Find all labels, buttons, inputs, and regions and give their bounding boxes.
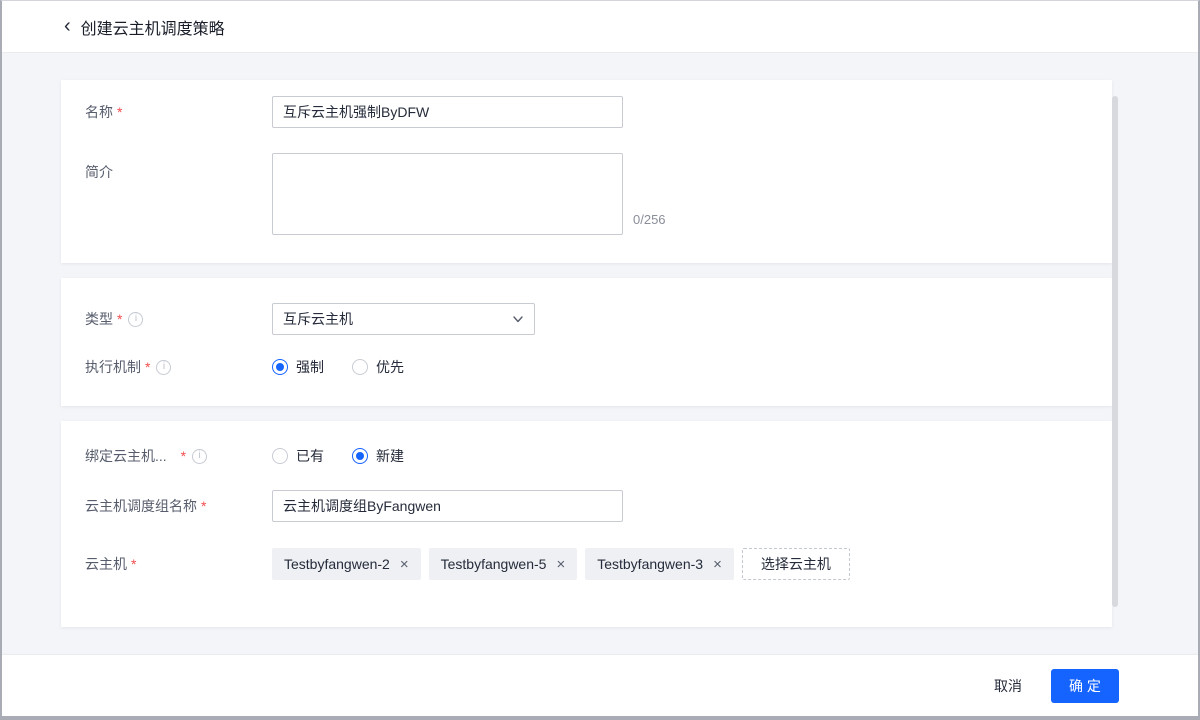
card-policy: 类型 * i 互斥云主机 执行机制 * i: [61, 278, 1112, 406]
group-name-row: 云主机调度组名称 *: [85, 490, 1088, 522]
host-tag-label: Testbyfangwen-2: [284, 556, 390, 572]
bind-mode-label-text: 绑定云主机...: [85, 446, 167, 466]
required-asterisk: *: [117, 311, 122, 327]
name-label: 名称 *: [85, 102, 272, 122]
radio-label: 优先: [376, 357, 404, 377]
info-icon[interactable]: i: [156, 360, 171, 375]
radio-label: 新建: [376, 446, 404, 466]
radio-on-icon: [352, 448, 368, 464]
card-binding: 绑定云主机... * i 已有 新建 云主机调度组名: [61, 421, 1112, 627]
host-tag: Testbyfangwen-2 ×: [272, 548, 421, 580]
back-icon[interactable]: ‹: [64, 16, 71, 36]
host-tag-label: Testbyfangwen-5: [441, 556, 547, 572]
hosts-row: 云主机 * Testbyfangwen-2 × Testbyfangwen-5 …: [85, 548, 1088, 580]
radio-existing[interactable]: 已有: [272, 446, 324, 466]
bind-mode-row: 绑定云主机... * i 已有 新建: [85, 446, 1088, 466]
info-icon[interactable]: i: [128, 312, 143, 327]
radio-preferred[interactable]: 优先: [352, 357, 404, 377]
chevron-down-icon: [512, 313, 524, 325]
page-title: 创建云主机调度策略: [81, 15, 225, 39]
vertical-scrollbar-thumb[interactable]: [1112, 96, 1118, 607]
required-asterisk: *: [117, 104, 122, 120]
host-tag-label: Testbyfangwen-3: [597, 556, 703, 572]
mechanism-radio-group: 强制 优先: [272, 357, 404, 377]
intro-label: 简介: [85, 153, 272, 182]
group-name-label: 云主机调度组名称 *: [85, 496, 272, 516]
host-tag: Testbyfangwen-3 ×: [585, 548, 734, 580]
footer-action-bar: 取消 确 定: [2, 654, 1198, 716]
type-select[interactable]: 互斥云主机: [272, 303, 535, 335]
type-label: 类型 * i: [85, 309, 272, 329]
info-icon[interactable]: i: [192, 449, 207, 464]
radio-on-icon: [272, 359, 288, 375]
page-header: ‹ 创建云主机调度策略: [2, 1, 1198, 53]
cancel-button[interactable]: 取消: [990, 670, 1026, 702]
mechanism-row: 执行机制 * i 强制 优先: [85, 357, 1088, 377]
bind-mode-radio-group: 已有 新建: [272, 446, 404, 466]
hosts-label: 云主机 *: [85, 554, 272, 574]
form-content: 名称 * 简介 0/256 类型 * i: [2, 54, 1198, 654]
required-asterisk: *: [181, 448, 186, 464]
host-tag-list: Testbyfangwen-2 × Testbyfangwen-5 × Test…: [272, 548, 850, 580]
intro-row: 简介 0/256: [85, 153, 1088, 235]
create-policy-page: ‹ 创建云主机调度策略 名称 * 简介 0/256: [0, 0, 1200, 720]
close-icon[interactable]: ×: [556, 557, 565, 572]
mechanism-label-text: 执行机制: [85, 357, 141, 377]
radio-label: 已有: [296, 446, 324, 466]
char-counter: 0/256: [633, 212, 666, 227]
type-select-value: 互斥云主机: [283, 309, 353, 329]
hosts-label-text: 云主机: [85, 554, 127, 574]
close-icon[interactable]: ×: [713, 557, 722, 572]
type-label-text: 类型: [85, 309, 113, 329]
required-asterisk: *: [145, 359, 150, 375]
name-row: 名称 *: [85, 96, 1088, 128]
radio-new[interactable]: 新建: [352, 446, 404, 466]
close-icon[interactable]: ×: [400, 557, 409, 572]
name-input[interactable]: [272, 96, 623, 128]
radio-off-icon: [352, 359, 368, 375]
intro-textarea[interactable]: [272, 153, 623, 235]
intro-label-text: 简介: [85, 162, 113, 182]
radio-label: 强制: [296, 357, 324, 377]
required-asterisk: *: [201, 498, 206, 514]
radio-off-icon: [272, 448, 288, 464]
group-name-input[interactable]: [272, 490, 623, 522]
group-name-label-text: 云主机调度组名称: [85, 496, 197, 516]
host-tag: Testbyfangwen-5 ×: [429, 548, 578, 580]
card-basic-info: 名称 * 简介 0/256: [61, 80, 1112, 263]
required-asterisk: *: [131, 556, 136, 572]
select-hosts-button[interactable]: 选择云主机: [742, 548, 850, 580]
mechanism-label: 执行机制 * i: [85, 357, 272, 377]
type-row: 类型 * i 互斥云主机: [85, 303, 1088, 335]
confirm-button[interactable]: 确 定: [1051, 669, 1119, 703]
name-label-text: 名称: [85, 102, 113, 122]
radio-mandatory[interactable]: 强制: [272, 357, 324, 377]
bind-mode-label: 绑定云主机... * i: [85, 446, 272, 466]
